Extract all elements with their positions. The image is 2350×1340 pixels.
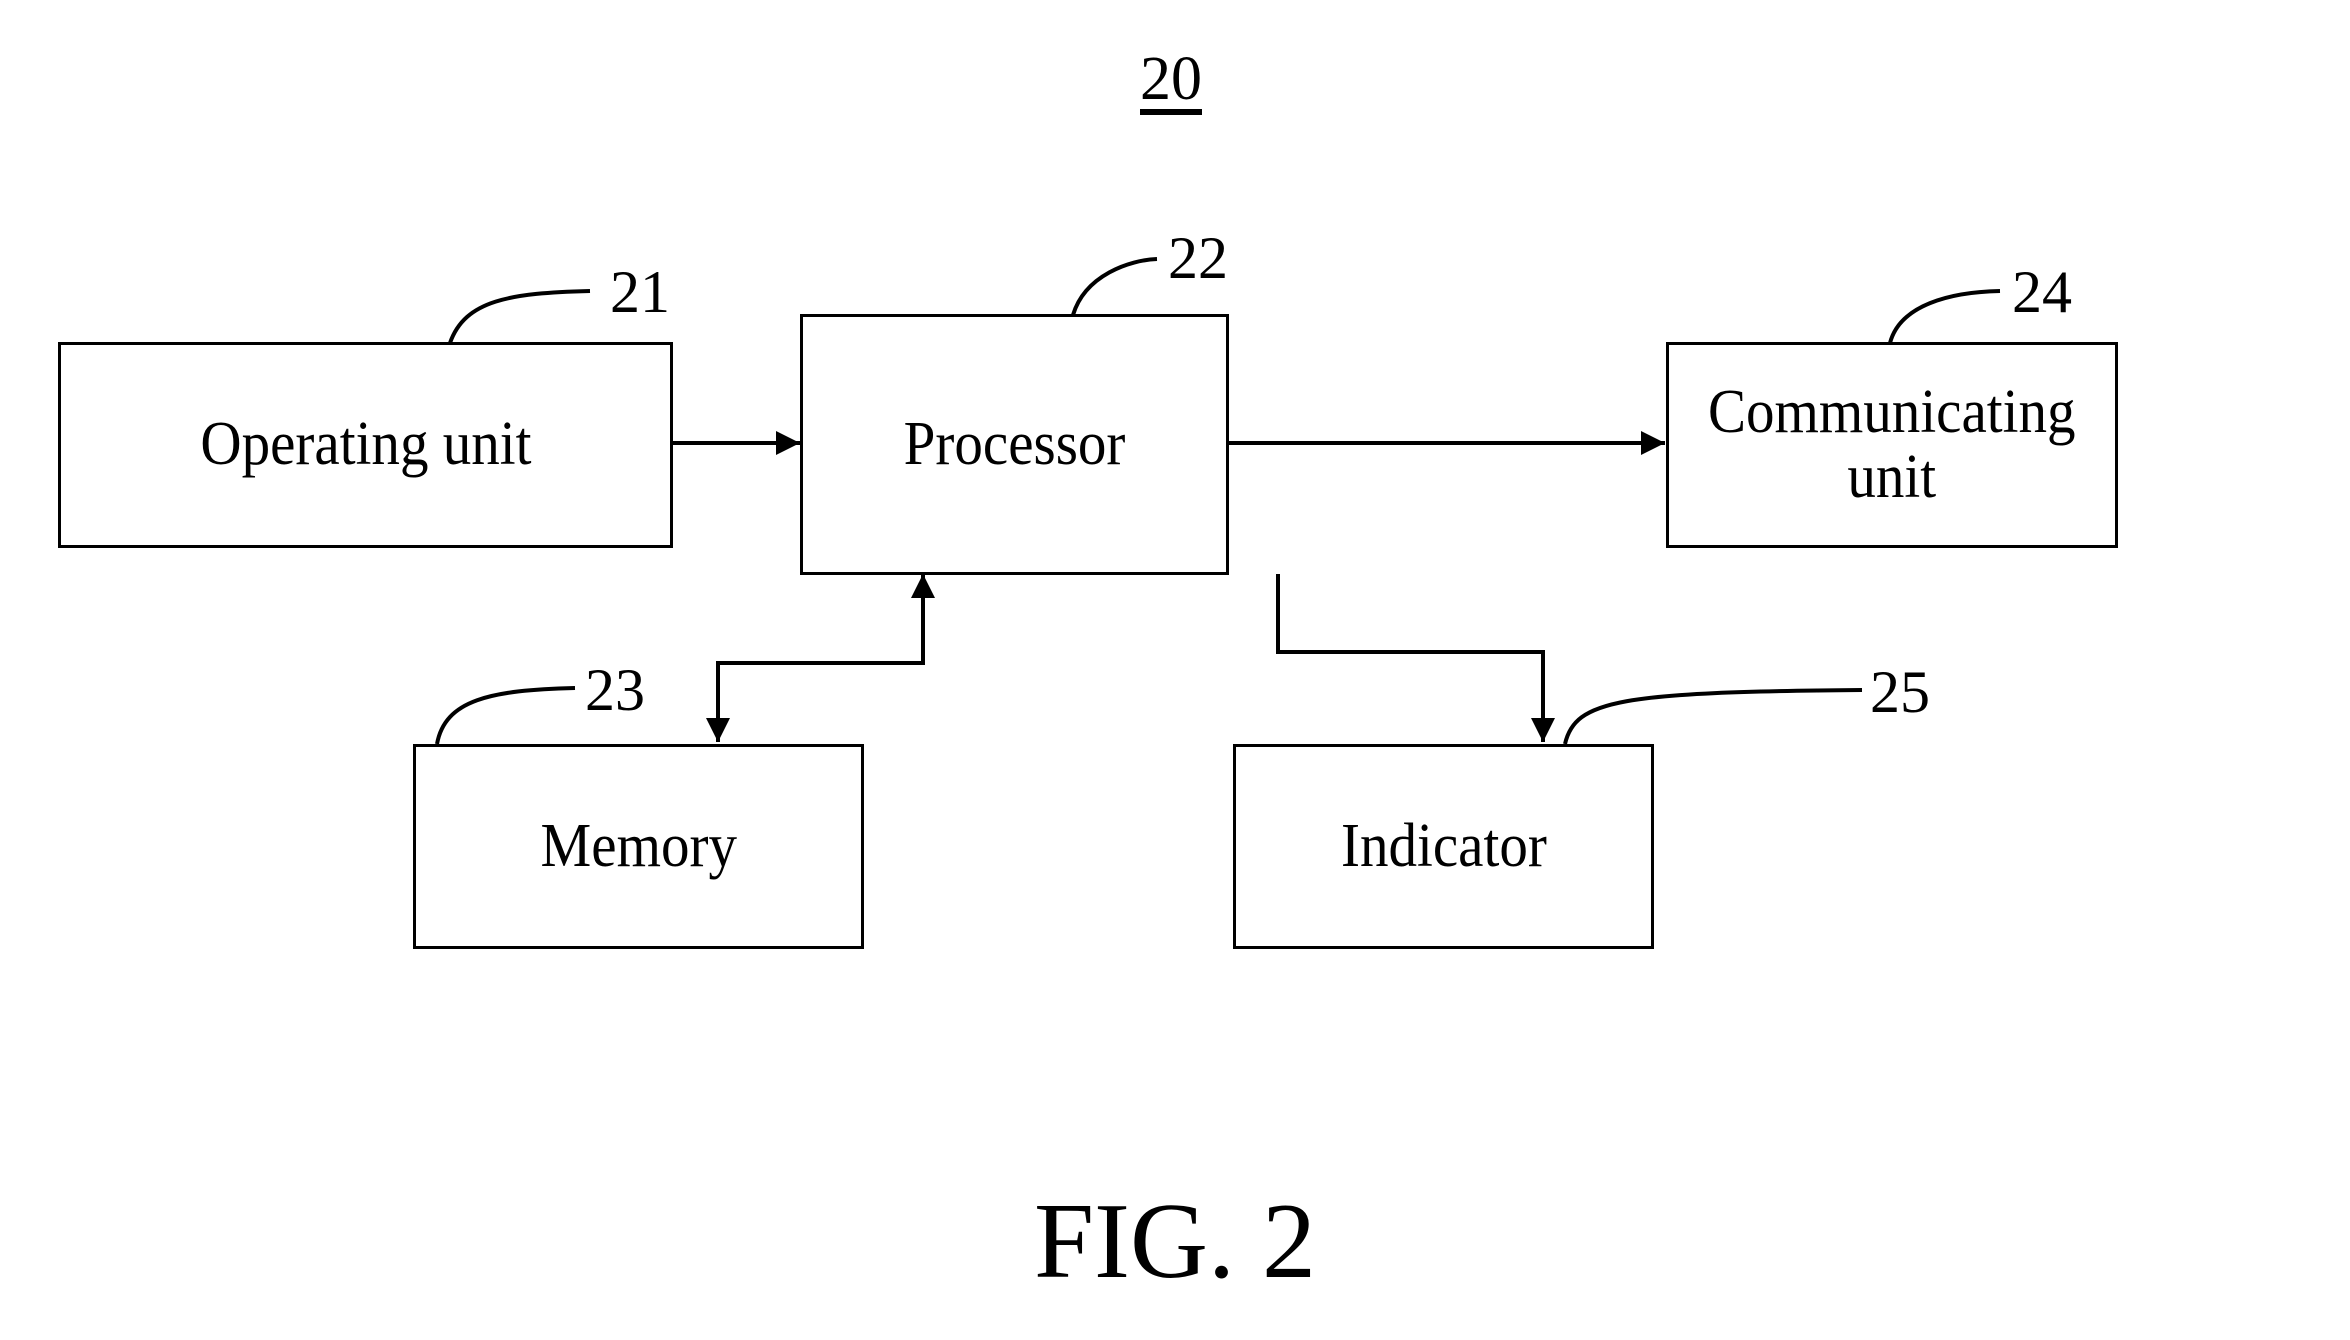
ref-number-23: 23 <box>585 657 645 723</box>
diagram-lines <box>435 257 2001 745</box>
arrow-processor-to-indicator <box>1276 574 1555 742</box>
communicating-unit-block: Communicating unit <box>1666 342 2118 548</box>
arrow-processor-memory-bidirectional <box>706 574 935 742</box>
operating-unit-block: Operating unit <box>58 342 673 548</box>
processor-label: Processor <box>903 409 1126 478</box>
leader-line-22 <box>1071 257 1158 316</box>
operating-unit-label: Operating unit <box>199 410 532 479</box>
ref-number-25: 25 <box>1870 659 1930 725</box>
leader-line-23 <box>435 686 576 745</box>
memory-block: Memory <box>413 744 864 949</box>
leader-line-24 <box>1888 289 2001 344</box>
figure-caption: FIG. 2 <box>1033 1182 1317 1301</box>
ref-number-24: 24 <box>2012 259 2072 325</box>
leader-line-21 <box>448 289 591 344</box>
leader-line-25 <box>1563 688 1863 745</box>
ref-number-22: 22 <box>1168 225 1228 291</box>
processor-block: Processor <box>800 314 1229 575</box>
indicator-label: Indicator <box>1340 811 1547 880</box>
indicator-block: Indicator <box>1233 744 1654 949</box>
memory-label: Memory <box>540 811 737 880</box>
figure-reference-number: 20 <box>1140 45 1202 113</box>
ref-number-21: 21 <box>610 259 670 325</box>
communicating-unit-label: Communicating unit <box>1708 377 2076 511</box>
